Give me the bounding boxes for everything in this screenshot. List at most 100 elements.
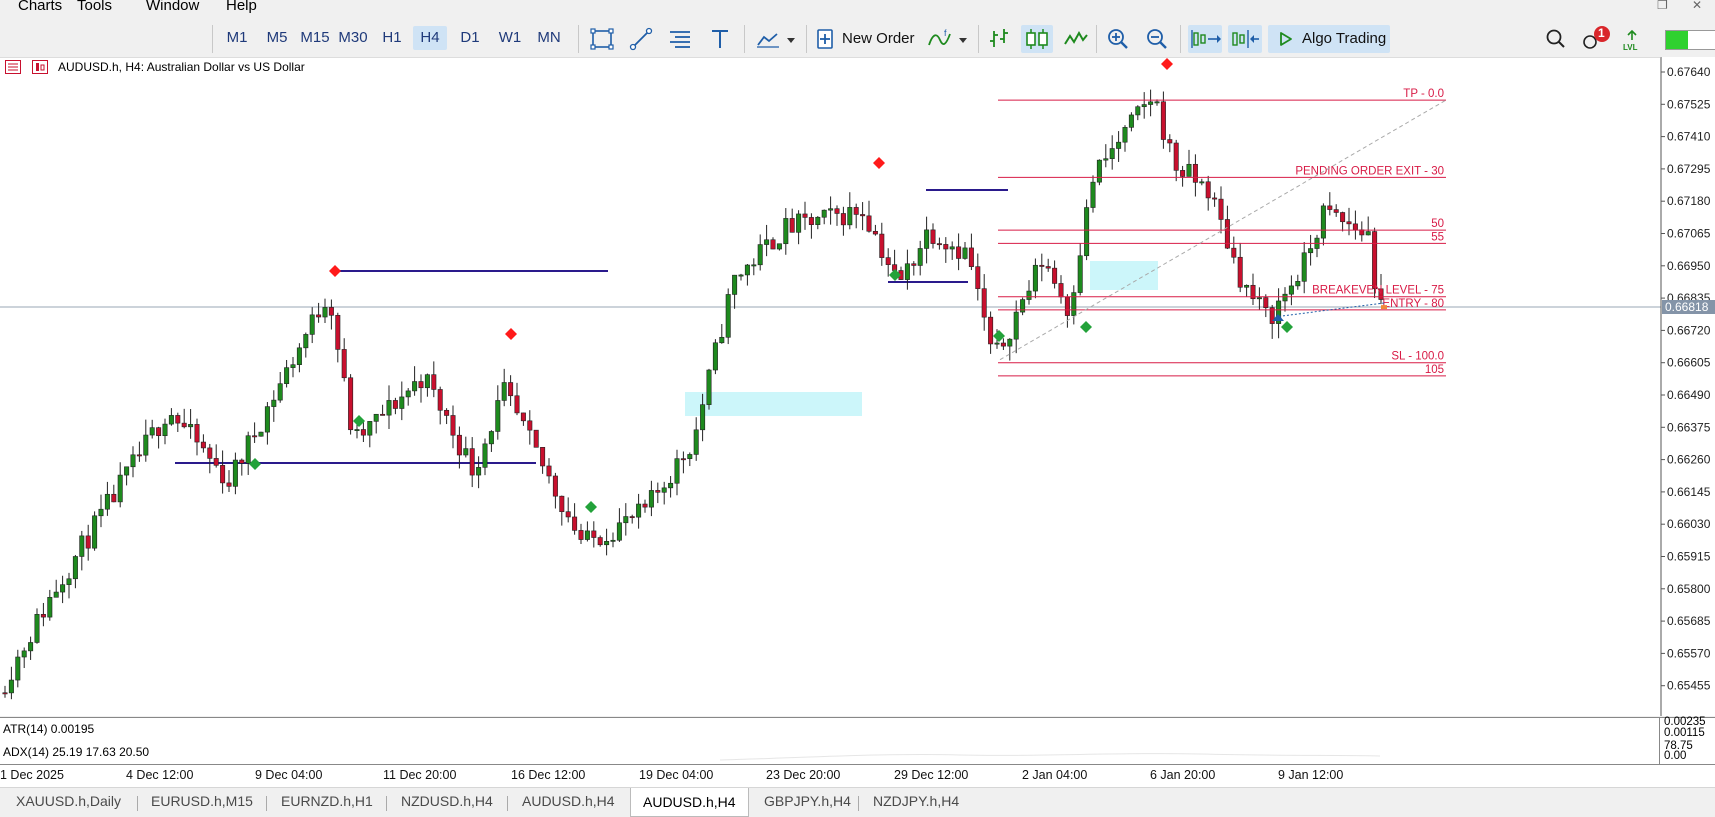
- text-tool-icon[interactable]: [706, 25, 734, 53]
- atr-indicator-window[interactable]: ATR(14) 0.00195 0.00235 0.00115: [0, 716, 1715, 742]
- swing-low-marker: [249, 458, 261, 470]
- adx-indicator-window[interactable]: ADX(14) 25.19 17.63 20.50 78.75 0.00: [0, 740, 1715, 765]
- bar-chart-icon[interactable]: [985, 25, 1013, 53]
- tab-audusd-h4[interactable]: AUDUSD.h,H4: [522, 793, 615, 809]
- search-icon[interactable]: [1542, 25, 1570, 53]
- candlestick-chart[interactable]: TP - 0.0 PENDING ORDER EXIT - 30 5055 BREAK…: [0, 57, 1715, 716]
- new-order-button[interactable]: New Order: [842, 30, 915, 47]
- bearish-candle: [380, 413, 386, 416]
- atr-tick-bottom: 0.00115: [1664, 727, 1705, 739]
- bullish-candle: [117, 474, 123, 503]
- bullish-candle: [1154, 101, 1160, 104]
- bullish-candle: [290, 364, 296, 368]
- bullish-candle: [1013, 311, 1019, 340]
- algo-trading-button[interactable]: Algo Trading: [1268, 25, 1390, 53]
- tab-audusd-h4-active[interactable]: AUDUSD.h,H4: [630, 788, 749, 817]
- trade-level-label: PENDING ORDER EXIT - 30: [1295, 165, 1444, 177]
- bearish-candle: [437, 389, 443, 411]
- timeframe-h1[interactable]: H1: [377, 26, 407, 50]
- chart-candle-icon[interactable]: [32, 60, 48, 74]
- close-window-icon[interactable]: ✕: [1692, 0, 1702, 12]
- menu-charts[interactable]: Charts: [18, 0, 62, 14]
- bullish-candle: [674, 458, 680, 484]
- bearish-candle: [533, 429, 539, 448]
- bearish-candle: [834, 208, 840, 214]
- timeframe-m30[interactable]: M30: [336, 26, 370, 50]
- bullish-candle: [1308, 248, 1314, 254]
- bullish-candle: [648, 490, 654, 508]
- tab-nzdusd-h4[interactable]: NZDUSD.h,H4: [401, 793, 493, 809]
- swing-high-marker: [1161, 58, 1173, 70]
- bullish-candle: [1103, 158, 1109, 161]
- bullish-candle: [744, 264, 750, 276]
- bearish-candle: [546, 465, 552, 477]
- bullish-candle: [962, 247, 968, 259]
- menu-tools[interactable]: Tools: [77, 0, 112, 14]
- bullish-candle: [15, 656, 21, 681]
- notifications-icon[interactable]: 1: [1580, 25, 1614, 53]
- indicators-dropdown-icon[interactable]: f: [926, 25, 974, 53]
- swing-high-marker: [873, 157, 885, 169]
- zoom-out-icon[interactable]: [1143, 25, 1171, 53]
- bearish-candle: [1205, 181, 1211, 199]
- bullish-candle: [712, 342, 718, 371]
- bearish-candle: [1173, 142, 1179, 171]
- timeframe-h4[interactable]: H4: [413, 26, 447, 50]
- signal-level-icon[interactable]: LVL: [1622, 25, 1648, 53]
- new-order-icon[interactable]: [814, 25, 838, 53]
- bullish-candle: [616, 522, 622, 541]
- timeframe-m1[interactable]: M1: [222, 26, 252, 50]
- toolbar-separator: [978, 25, 979, 53]
- price-chart[interactable]: TP - 0.0 PENDING ORDER EXIT - 30 50 55 BREAK…: [0, 57, 1715, 716]
- price-tick-label: 0.67065: [1667, 227, 1711, 241]
- candlestick-chart-icon[interactable]: [1021, 25, 1053, 53]
- price-tick-label: 0.66030: [1667, 517, 1711, 531]
- zoom-in-icon[interactable]: [1104, 25, 1132, 53]
- toolbar-separator: [1180, 25, 1181, 53]
- price-tick-label: 0.66490: [1667, 388, 1711, 402]
- crosshair-tool-icon[interactable]: [588, 25, 616, 53]
- timeframe-m5[interactable]: M5: [262, 26, 292, 50]
- timeframe-w1[interactable]: W1: [494, 26, 526, 50]
- time-label: 19 Dec 04:00: [639, 768, 714, 782]
- menu-window[interactable]: Window: [146, 0, 199, 14]
- bullish-candle: [53, 591, 59, 598]
- time-label: 29 Dec 12:00: [894, 768, 969, 782]
- timeframe-d1[interactable]: D1: [455, 26, 485, 50]
- bullish-candle: [309, 314, 315, 335]
- timeframe-mn[interactable]: MN: [531, 26, 567, 50]
- timeframe-m15[interactable]: M15: [298, 26, 332, 50]
- bullish-candle: [495, 400, 501, 432]
- bearish-candle: [1231, 247, 1237, 258]
- tab-gbpjpy-h4[interactable]: GBPJPY.h,H4: [764, 793, 851, 809]
- bullish-candle: [1256, 297, 1262, 300]
- tab-nzdjpy-h4[interactable]: NZDJPY.h,H4: [873, 793, 959, 809]
- bullish-candle: [303, 334, 309, 349]
- fibonacci-tool-icon[interactable]: [666, 25, 694, 53]
- tab-separator: [386, 796, 387, 811]
- bullish-candle: [1295, 281, 1301, 287]
- tab-eurusd-m15[interactable]: EURUSD.h,M15: [151, 793, 253, 809]
- chart-list-icon[interactable]: [5, 60, 21, 74]
- bullish-candle: [1090, 181, 1096, 208]
- bearish-candle: [194, 424, 200, 443]
- imbalance-zone: [1090, 261, 1158, 290]
- bullish-candle: [1128, 114, 1134, 128]
- autoscroll-icon[interactable]: [1188, 25, 1222, 53]
- tab-eurnzd-h1[interactable]: EURNZD.h,H1: [281, 793, 373, 809]
- bearish-candle: [527, 420, 533, 431]
- bullish-candle: [783, 218, 789, 245]
- chart-shift-icon[interactable]: [1228, 25, 1262, 53]
- bearish-candle: [552, 475, 558, 497]
- bearish-candle: [559, 495, 565, 513]
- restore-window-icon[interactable]: ❐: [1657, 0, 1668, 12]
- menu-help[interactable]: Help: [226, 0, 257, 14]
- bearish-candle: [341, 349, 347, 379]
- bullish-candle: [924, 229, 930, 249]
- tab-xauusd-daily[interactable]: XAUUSD.h,Daily: [16, 793, 121, 809]
- trendline-tool-icon[interactable]: [627, 25, 655, 53]
- chart-type-dropdown-icon[interactable]: [754, 25, 802, 53]
- bearish-candle: [1237, 256, 1243, 288]
- bullish-candle: [488, 431, 494, 445]
- line-chart-icon[interactable]: [1062, 25, 1090, 53]
